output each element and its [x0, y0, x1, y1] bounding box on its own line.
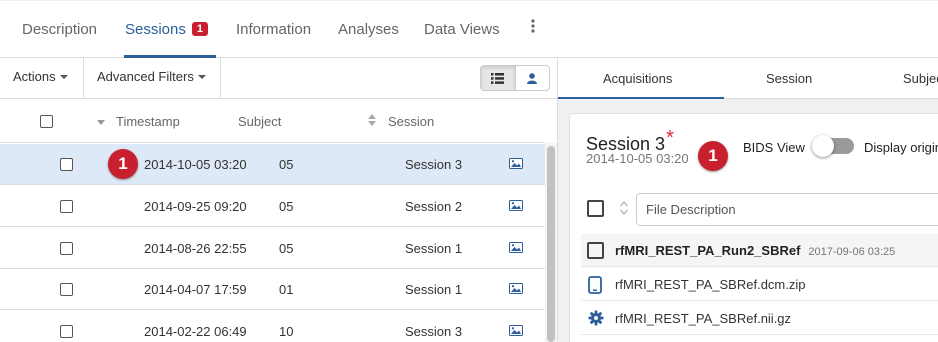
- row-checkbox[interactable]: [60, 242, 73, 255]
- image-icon[interactable]: [509, 242, 523, 253]
- toggle-knob: [812, 135, 834, 157]
- step-badge: 1: [108, 149, 138, 179]
- detail-tabs: Acquisitions Session Subject: [558, 58, 938, 99]
- toolbar-divider: [220, 58, 221, 98]
- column-timestamp[interactable]: Timestamp: [116, 114, 180, 129]
- acquisition-date: 2017-09-06 03:25: [808, 246, 896, 258]
- file-name[interactable]: rfMRI_REST_PA_SBRef.nii.gz: [615, 311, 791, 326]
- image-icon[interactable]: [509, 200, 523, 211]
- column-session[interactable]: Session: [388, 114, 434, 129]
- table-row[interactable]: 2014-04-07 17:59 01 Session 1: [0, 269, 545, 310]
- table-row[interactable]: 2014-08-26 22:55 05 Session 1: [0, 228, 545, 269]
- sort-icon[interactable]: [368, 114, 376, 126]
- row-subject: 05: [279, 241, 294, 256]
- row-timestamp: 2014-04-07 17:59: [144, 282, 247, 297]
- file-description-filter[interactable]: File Description: [636, 193, 938, 226]
- row-subject: 05: [279, 199, 294, 214]
- sessions-table-header: Timestamp Subject Session: [0, 99, 545, 143]
- acquisition-label: rfMRI_REST_PA_Run2_SBRef: [615, 243, 801, 258]
- session-toolbar: Actions Advanced Filters: [0, 58, 557, 99]
- image-icon[interactable]: [509, 283, 523, 294]
- tab-analyses[interactable]: Analyses: [338, 21, 399, 38]
- subject-view-icon: [527, 72, 538, 84]
- acquisition-checkbox[interactable]: [587, 242, 604, 259]
- table-row[interactable]: 2014-02-22 06:49 10 Session 3: [0, 311, 545, 342]
- actions-dropdown[interactable]: Actions: [13, 69, 68, 84]
- active-tab-indicator: [558, 97, 724, 99]
- table-row[interactable]: 2014-09-25 09:20 05 Session 2: [0, 186, 545, 227]
- caret-down-icon: [59, 75, 68, 79]
- row-timestamp: 2014-10-05 03:20: [144, 157, 247, 172]
- row-session: Session 1: [405, 241, 463, 256]
- row-timestamp: 2014-02-22 06:49: [144, 324, 247, 339]
- row-session: Session 2: [405, 199, 463, 214]
- session-date: 2014-10-05 03:20: [586, 151, 689, 166]
- row-subject: 05: [279, 157, 294, 172]
- gear-icon: [588, 310, 604, 326]
- row-subject: 10: [279, 324, 294, 339]
- row-timestamp: 2014-09-25 09:20: [144, 199, 247, 214]
- tab-data-views[interactable]: Data Views: [424, 21, 500, 38]
- session-card: Session 3* 2014-10-05 03:20 1 BIDS View …: [569, 113, 938, 342]
- sort-icon[interactable]: [620, 201, 628, 215]
- bids-view-label: BIDS View: [743, 140, 805, 155]
- column-subject[interactable]: Subject: [238, 114, 281, 129]
- acquisition-row[interactable]: rfMRI_REST_PA_Run2_SBRef 2017-09-06 03:25: [581, 234, 938, 267]
- row-checkbox[interactable]: [60, 158, 73, 171]
- image-icon[interactable]: [509, 158, 523, 169]
- list-view-icon: [491, 72, 505, 84]
- row-session: Session 1: [405, 282, 463, 297]
- row-session: Session 3: [405, 324, 463, 339]
- tab-sessions-label: Sessions: [125, 21, 186, 38]
- file-row[interactable]: rfMRI_REST_PA_SBRef.nii.gz: [581, 302, 938, 335]
- row-subject: 01: [279, 282, 294, 297]
- tab-sessions-badge: 1: [191, 22, 208, 36]
- actions-label: Actions: [13, 69, 56, 84]
- file-row[interactable]: rfMRI_REST_PA_SBRef.dcm.zip: [581, 268, 938, 301]
- required-marker: *: [666, 127, 674, 149]
- select-all-checkbox[interactable]: [40, 115, 53, 128]
- more-vert-icon[interactable]: [530, 19, 536, 33]
- file-name[interactable]: rfMRI_REST_PA_SBRef.dcm.zip: [615, 277, 805, 292]
- advanced-filters-dropdown[interactable]: Advanced Filters: [97, 69, 206, 84]
- acquisition-name: rfMRI_REST_PA_Run2_SBRef 2017-09-06 03:25: [615, 243, 895, 258]
- display-original-label: Display original: [864, 140, 938, 155]
- list-view-button[interactable]: [481, 66, 516, 90]
- row-checkbox[interactable]: [60, 200, 73, 213]
- step-badge: 1: [698, 141, 728, 171]
- tab-information[interactable]: Information: [236, 21, 311, 38]
- dicom-file-icon: [588, 276, 602, 294]
- tab-session[interactable]: Session: [766, 71, 812, 86]
- tab-subject[interactable]: Subject: [903, 71, 938, 86]
- row-timestamp: 2014-08-26 22:55: [144, 241, 247, 256]
- image-icon[interactable]: [509, 325, 523, 336]
- tab-acquisitions[interactable]: Acquisitions: [603, 71, 672, 86]
- view-toggle-group: [480, 65, 550, 91]
- row-session: Session 3: [405, 157, 463, 172]
- row-checkbox[interactable]: [60, 325, 73, 338]
- row-checkbox[interactable]: [60, 283, 73, 296]
- bids-view-toggle[interactable]: [812, 135, 854, 157]
- session-detail-panel: Acquisitions Session Subject Session 3* …: [557, 58, 938, 342]
- table-row[interactable]: 2014-10-05 03:20 05 Session 3: [0, 144, 545, 185]
- sort-desc-icon[interactable]: [97, 120, 105, 125]
- caret-down-icon: [197, 75, 206, 79]
- subject-view-button[interactable]: [516, 66, 550, 90]
- advanced-filters-label: Advanced Filters: [97, 69, 194, 84]
- table-scrollbar-thumb[interactable]: [547, 146, 555, 342]
- tab-sessions[interactable]: Sessions 1: [125, 21, 208, 38]
- toolbar-divider: [83, 58, 84, 98]
- tab-description[interactable]: Description: [22, 21, 97, 38]
- select-all-files-checkbox[interactable]: [587, 200, 604, 217]
- top-tabs: Description Sessions 1 Information Analys…: [0, 0, 938, 58]
